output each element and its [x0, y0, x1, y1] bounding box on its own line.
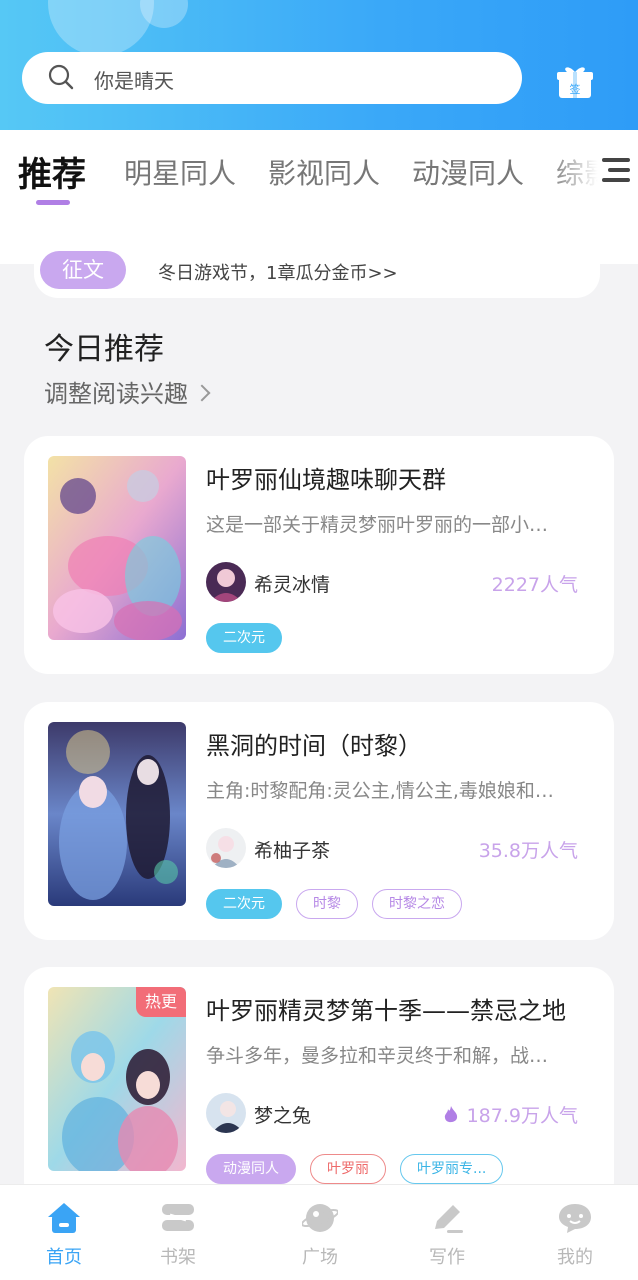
popularity-count: 187.9万人气 [466, 1105, 578, 1127]
adjust-interest-link[interactable]: 调整阅读兴趣 [44, 374, 211, 409]
book-cover[interactable]: 热更 [48, 987, 186, 1171]
nav-label: 书架 [160, 1247, 196, 1268]
tag-list: 动漫同人 叶罗丽 叶罗丽专... [206, 1154, 504, 1184]
menu-icon[interactable] [596, 154, 632, 186]
nav-plaza[interactable]: 广场 [280, 1185, 360, 1280]
book-title[interactable]: 叶罗丽仙境趣味聊天群 [206, 460, 446, 495]
author-name[interactable]: 希柚子茶 [254, 836, 330, 863]
tag[interactable]: 动漫同人 [206, 1154, 296, 1184]
tag[interactable]: 叶罗丽专... [400, 1154, 504, 1184]
nav-profile[interactable]: 我的 [535, 1185, 615, 1280]
tag[interactable]: 二次元 [206, 623, 282, 653]
popularity-count: 2227人气 [491, 574, 578, 596]
search-bar[interactable]: 你是晴天 [22, 52, 522, 104]
checkin-label: 签 [570, 82, 581, 96]
tag[interactable]: 时黎之恋 [372, 889, 462, 919]
nav-write[interactable]: 写作 [407, 1185, 487, 1280]
category-tabs: 推荐 明星同人 影视同人 动漫同人 综影 [0, 130, 638, 230]
home-icon [48, 1203, 80, 1233]
flame-icon [444, 1106, 457, 1123]
popularity-count: 35.8万人气 [478, 840, 578, 862]
notice-text: 冬日游戏节，1章瓜分金币>> [158, 263, 398, 284]
checkin-gift-icon[interactable]: 签 [556, 64, 594, 100]
bookshelf-icon [162, 1204, 194, 1231]
chevron-right-icon [193, 384, 211, 402]
top-header: 你是晴天 签 [0, 0, 638, 130]
active-tab-indicator [36, 200, 70, 205]
book-description: 这是一部关于精灵梦丽叶罗丽的一部小… [206, 514, 549, 536]
notice-badge: 征文 [40, 251, 126, 289]
bottom-nav: 首页 书架 广场 写作 我的 [0, 1184, 638, 1280]
nav-bookshelf[interactable]: 书架 [138, 1185, 218, 1280]
tab-film-fanfic[interactable]: 影视同人 [268, 152, 380, 192]
nav-label: 写作 [429, 1247, 465, 1268]
tag-list: 二次元 时黎 时黎之恋 [206, 889, 462, 919]
book-card[interactable]: 黑洞的时间（时黎） 主角:时黎配角:灵公主,情公主,毒娘娘和… 希柚子茶 35.… [24, 702, 614, 940]
nav-label: 我的 [557, 1247, 593, 1268]
nav-label: 广场 [302, 1247, 338, 1268]
profile-icon [559, 1204, 591, 1233]
book-title[interactable]: 叶罗丽精灵梦第十季——禁忌之地 [206, 991, 566, 1026]
book-description: 争斗多年，曼多拉和辛灵终于和解，战… [206, 1045, 549, 1067]
book-cover[interactable] [48, 722, 186, 906]
nav-home[interactable]: 首页 [24, 1185, 104, 1280]
search-icon [48, 64, 74, 90]
author-avatar[interactable] [206, 562, 246, 602]
book-title[interactable]: 黑洞的时间（时黎） [206, 726, 422, 761]
tag-list: 二次元 [206, 623, 282, 653]
author-name[interactable]: 希灵冰情 [254, 570, 330, 597]
popularity-with-flame: 187.9万人气 [443, 1101, 578, 1128]
book-cover[interactable] [48, 456, 186, 640]
book-card[interactable]: 叶罗丽仙境趣味聊天群 这是一部关于精灵梦丽叶罗丽的一部小… 希灵冰情 2227人… [24, 436, 614, 674]
notice-banner[interactable]: 征文 冬日游戏节，1章瓜分金币>> [34, 248, 600, 298]
search-placeholder: 你是晴天 [94, 69, 174, 93]
author-name[interactable]: 梦之兔 [254, 1101, 311, 1128]
tag[interactable]: 时黎 [296, 889, 358, 919]
tag[interactable]: 二次元 [206, 889, 282, 919]
nav-label: 首页 [46, 1247, 82, 1268]
author-avatar[interactable] [206, 1093, 246, 1133]
tab-anime-fanfic[interactable]: 动漫同人 [412, 152, 524, 192]
tab-celebrity-fanfic[interactable]: 明星同人 [124, 152, 236, 192]
tag[interactable]: 叶罗丽 [310, 1154, 386, 1184]
decor-bubble [48, 0, 154, 56]
author-avatar[interactable] [206, 828, 246, 868]
book-card[interactable]: 热更 叶罗丽精灵梦第十季——禁忌之地 争斗多年，曼多拉和辛灵终于和解，战… 梦之… [24, 967, 614, 1205]
plaza-icon [302, 1204, 338, 1232]
book-description: 主角:时黎配角:灵公主,情公主,毒娘娘和… [206, 780, 554, 802]
hot-update-badge: 热更 [136, 987, 186, 1017]
pen-icon [435, 1205, 463, 1233]
tab-recommend[interactable]: 推荐 [18, 147, 86, 196]
adjust-interest-label: 调整阅读兴趣 [44, 380, 188, 408]
section-title: 今日推荐 [44, 332, 164, 367]
